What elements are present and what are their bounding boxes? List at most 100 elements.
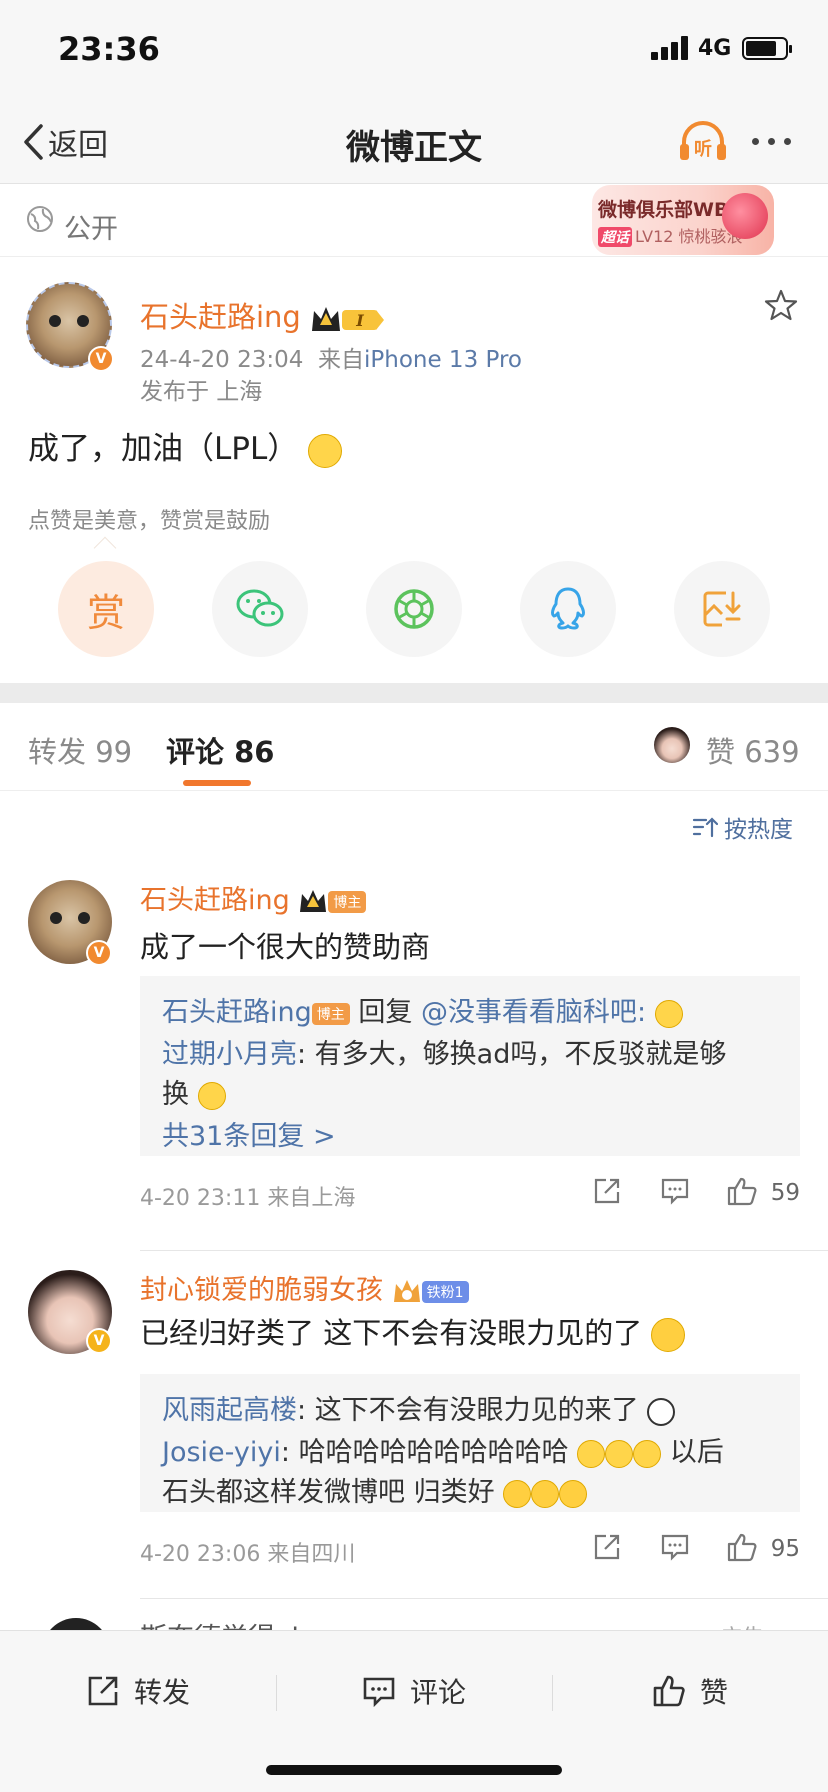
post-meta: 24-4-20 23:04 来自iPhone 13 Pro: [140, 347, 522, 373]
post-text: 成了，加油（LPL）: [28, 423, 343, 468]
like-count: 95: [770, 1536, 800, 1562]
reward-button[interactable]: 赏: [58, 561, 154, 657]
comment-text: 已经归好类了 这下不会有没眼力见的了: [140, 1310, 686, 1352]
network-label: 4G: [698, 36, 732, 61]
fan-crown-icon: [393, 1279, 420, 1302]
laugh-emoji-icon: [605, 1439, 634, 1468]
post-card: V 石头赶路ing I 24-4-20 23:04 来自iPhone 13 Pr…: [0, 258, 828, 683]
separator: [276, 1675, 277, 1711]
separator: [552, 1675, 553, 1711]
favorite-star-icon[interactable]: [764, 288, 798, 322]
reply-line-cont: 石头都这样发微博吧 归类好: [162, 1470, 588, 1509]
svg-text:听: 听: [694, 138, 712, 160]
comment-text: 成了一个很大的赞助商: [140, 930, 431, 964]
wechat-share-button[interactable]: [212, 561, 308, 657]
tab-reposts[interactable]: 转发 99: [28, 729, 132, 771]
qq-icon: [551, 587, 585, 630]
ad-label: 广告: [720, 1620, 764, 1630]
tab-likes[interactable]: 赞 639: [706, 729, 800, 771]
reward-hint: 点赞是美意，赞赏是鼓励: [28, 509, 271, 534]
post-location: 发布于 上海: [140, 379, 263, 405]
active-tab-indicator: [183, 780, 251, 786]
sort-button[interactable]: 按热度: [692, 810, 793, 844]
home-indicator: [266, 1765, 562, 1775]
comment-icon[interactable]: [660, 1532, 690, 1562]
moments-icon: [394, 589, 434, 629]
crown-icon: [300, 889, 327, 912]
visibility-bar: 公开 微博俱乐部WB... 超话 LV12 惊桃骇浪: [0, 185, 828, 257]
device-link[interactable]: iPhone 13 Pro: [364, 347, 522, 373]
rank-badge-icon: I: [312, 307, 385, 331]
verified-icon: V: [86, 1328, 112, 1354]
comment-item: V 封心锁爱的脆弱女孩 铁粉1 已经归好类了 这下不会有没眼力见的了 风雨起高楼…: [0, 1252, 828, 1600]
tab-comments[interactable]: 评论 86: [166, 729, 274, 771]
like-count: 59: [770, 1180, 800, 1206]
status-time: 23:36: [58, 30, 160, 68]
next-comment-peek: 斯奈德觉得ok 广告: [0, 1600, 828, 1630]
repost-icon: [88, 1676, 118, 1706]
commenter-avatar[interactable]: [42, 1618, 110, 1630]
share-icon[interactable]: [592, 1176, 622, 1206]
comment-time: 4-20 23:06 来自四川: [140, 1542, 356, 1567]
commenter-name[interactable]: 石头赶路ing 博主: [140, 878, 367, 917]
reply-line: 风雨起高楼: 这下不会有没眼力见的来了: [162, 1388, 676, 1427]
section-gap: [0, 683, 828, 703]
svg-text:I: I: [355, 311, 364, 330]
blogger-badge: 博主: [328, 890, 367, 913]
laugh-emoji-icon: [633, 1439, 662, 1468]
reply-line: 过期小月亮: 有多大，够换ad吗，不反驳就是够: [162, 1039, 727, 1070]
like-button[interactable]: 赞: [652, 1671, 728, 1711]
comment-icon[interactable]: [660, 1176, 690, 1206]
reply-line: 石头赶路ing 博主 回复 @没事看看脑科吧:: [162, 990, 683, 1029]
club-banner[interactable]: 微博俱乐部WB... 超话 LV12 惊桃骇浪: [592, 185, 774, 255]
battery-icon: [742, 37, 792, 60]
laugh-cry-emoji-icon: [559, 1479, 588, 1508]
comment-footer: 4-20 23:06 来自四川 95: [140, 1530, 800, 1570]
headphone-icon: 听: [680, 121, 726, 160]
comment-item: V 石头赶路ing 博主 成了一个很大的赞助商 石头赶路ing 博主 回复 @没事…: [0, 870, 828, 1251]
smile-emoji-icon: [197, 1081, 226, 1110]
comment-divider: [140, 1598, 828, 1599]
share-icon[interactable]: [592, 1532, 622, 1562]
globe-icon: [27, 206, 53, 232]
share-row: 赏: [58, 561, 770, 657]
commenter-name[interactable]: 斯奈德觉得ok: [140, 1616, 307, 1630]
status-bar: 23:36 4G: [0, 0, 828, 100]
like-icon[interactable]: [726, 1176, 758, 1206]
save-image-button[interactable]: [674, 561, 770, 657]
reply-line-cont: 换: [162, 1072, 226, 1111]
more-options-button[interactable]: [752, 138, 791, 145]
qq-share-button[interactable]: [520, 561, 616, 657]
moments-share-button[interactable]: [366, 561, 462, 657]
glasses-emoji-icon: [654, 999, 683, 1028]
like-icon[interactable]: [726, 1532, 758, 1562]
commenter-name[interactable]: 封心锁爱的脆弱女孩 铁粉1: [140, 1268, 469, 1307]
laugh-cry-emoji-icon: [503, 1479, 532, 1508]
liker-avatar: [654, 727, 690, 763]
sort-icon: [692, 817, 718, 838]
reply-box[interactable]: 风雨起高楼: 这下不会有没眼力见的来了 Josie-yiyi: 哈哈哈哈哈哈哈哈…: [140, 1374, 800, 1512]
repost-button[interactable]: 转发: [86, 1671, 190, 1711]
wechat-icon: [236, 589, 284, 627]
bottom-action-bar: 转发 评论 赞: [0, 1630, 828, 1792]
visibility-label: 公开: [64, 214, 118, 245]
reply-box[interactable]: 石头赶路ing 博主 回复 @没事看看脑科吧: 过期小月亮: 有多大，够换ad吗，…: [140, 976, 800, 1156]
club-level: 超话 LV12 惊桃骇浪: [598, 223, 743, 247]
reply-line: Josie-yiyi: 哈哈哈哈哈哈哈哈哈哈 以后: [162, 1437, 724, 1468]
laugh-cry-emoji-icon: [651, 1318, 686, 1352]
nav-bar: 返回 微博正文 听: [0, 100, 828, 184]
signal-icon: [651, 36, 691, 60]
panda-emoji-icon: [647, 1397, 676, 1426]
image-download-icon: [703, 591, 741, 627]
like-icon: [653, 1675, 685, 1707]
glasses-emoji-icon: [308, 433, 343, 468]
listen-button[interactable]: 听: [678, 118, 728, 164]
author-name[interactable]: 石头赶路ing I: [140, 294, 386, 336]
interaction-tabs: 转发 99 评论 86 赞 639: [0, 703, 828, 791]
comment-divider: [140, 1250, 828, 1251]
comment-button[interactable]: 评论: [362, 1671, 466, 1711]
hint-caret: [93, 536, 117, 560]
view-more-replies[interactable]: 共31条回复 >: [162, 1114, 336, 1153]
verified-icon: V: [88, 346, 114, 372]
fan-badge: 铁粉1: [421, 1280, 469, 1303]
